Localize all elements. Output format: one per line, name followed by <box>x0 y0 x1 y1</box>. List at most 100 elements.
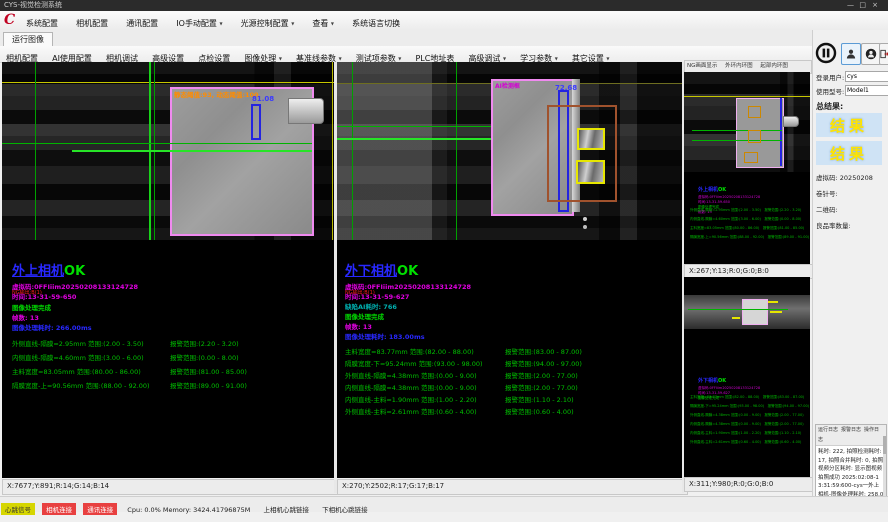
qr-code-label: 二维码: <box>816 204 838 214</box>
calibration-line <box>2 82 334 83</box>
window-title: CYS-视觉检测系统 <box>4 0 62 11</box>
camera-result-ok: OK <box>64 264 85 279</box>
measure-roi-box <box>251 104 261 140</box>
camera-result-title: 外下相机 <box>345 264 397 279</box>
maximize-button[interactable]: □ <box>859 0 872 11</box>
thumbnail-bottom[interactable]: 外下相机OK 虚拟码:0FFIiim20250208133124728 时间:1… <box>684 277 810 477</box>
login-user-label: 登录用户: <box>816 72 844 82</box>
thumb-image <box>684 72 810 172</box>
top-camera-heartbeat: 上相机心跳链接 <box>264 504 310 514</box>
application-window: CYS-视觉检测系统 — □ × C 系统配置 相机配置 通讯配置 IO手动配置… <box>0 0 888 522</box>
total-result-label: 总结果: <box>816 101 843 112</box>
camera-result-title: 外上相机 <box>12 264 64 279</box>
pixel-readout: X:7677;Y:891;R:14;G:14;B:14 <box>2 479 340 495</box>
comm-conn-badge: 通讯连接 <box>83 503 117 515</box>
thumb-image-band <box>684 295 810 329</box>
right-sidebar: 登录用户: 使用型号: 总结果: 结果 结果 虚拟码: 20250208 卷针号… <box>812 30 888 511</box>
app-logo-icon: C <box>4 12 15 28</box>
camera-conn-badge: 相机连接 <box>42 503 76 515</box>
camera-result-ok: OK <box>397 264 418 279</box>
measure-line <box>72 150 312 152</box>
defect-highlight-box <box>576 160 605 184</box>
roi-mini-box <box>748 130 761 143</box>
title-bar: CYS-视觉检测系统 — □ × <box>0 0 888 11</box>
chevron-down-icon: ▼ <box>606 56 609 61</box>
left-camera-panel[interactable]: 静态阈值:93, 动态阈值:100 81.08 外上相机OK NG输出:B(1)… <box>2 62 334 478</box>
result-block-upper: 结果 <box>816 113 882 137</box>
log-tabs: 运行日志报警日志操作日志 <box>816 425 886 446</box>
measure-line <box>692 140 782 141</box>
close-button[interactable]: × <box>872 0 884 11</box>
chevron-down-icon: ▼ <box>219 21 222 26</box>
minimize-button[interactable]: — <box>847 0 860 11</box>
tab-run-log[interactable]: 运行日志 <box>818 427 838 433</box>
measure-line <box>2 143 312 144</box>
chevron-down-icon: ▼ <box>291 21 294 26</box>
done-line: 图像处理完成 <box>12 302 51 312</box>
ai-box-label: AI检测框 <box>495 81 520 90</box>
bright-dot <box>583 225 587 229</box>
reference-line <box>35 62 36 240</box>
defect-highlight-box <box>577 128 605 150</box>
virtual-code-line: 虚拟码:0FFIiim20250208133124728 <box>345 281 471 291</box>
chevron-down-icon: ▼ <box>503 56 506 61</box>
model-label: 使用型号: <box>816 86 844 96</box>
log-scrollbar[interactable] <box>883 436 886 500</box>
left-camera-image[interactable]: 静态阈值:93, 动态阈值:100 81.08 <box>2 62 334 240</box>
measurement-row: 隔膜宽度-上=90.56mm 范围:(88.00 - 92.00)报警范围:(8… <box>12 380 332 394</box>
chevron-down-icon: ▼ <box>331 21 334 26</box>
cpu-memory-readout: Cpu: 0.0% Memory: 3424.41796875M <box>127 506 250 514</box>
tab-alarm-log[interactable]: 报警日志 <box>841 427 861 433</box>
exit-button[interactable] <box>879 43 888 65</box>
operator-button[interactable] <box>861 43 881 65</box>
measure-line <box>688 309 788 310</box>
thumb-measurements-mini: 主料宽度=83.77mm 范围:(82.00 - 88.00) 报警范围:(83… <box>690 393 808 447</box>
chevron-down-icon: ▼ <box>339 56 342 61</box>
overlay-mark <box>768 301 778 303</box>
measurement-row: 内侧直线-隔膜=4.60mm 范围:(3.00 - 6.00)报警范围:(0.0… <box>12 352 332 366</box>
operator-icon <box>865 48 877 60</box>
calibration-line <box>332 62 333 240</box>
tab-connector-blob <box>288 98 324 124</box>
result-block-lower: 结果 <box>816 141 882 165</box>
heartbeat-badge: 心跳信号 <box>1 503 35 515</box>
login-user-input[interactable] <box>845 71 888 82</box>
measurement-row: 主料宽度=83.05mm 范围:(80.00 - 86.00)报警范围:(81.… <box>12 366 332 380</box>
tab-outer-inner[interactable]: 外环内环图 <box>725 63 753 69</box>
yield-count-label: 良品率数量: <box>816 220 851 230</box>
ai-elapsed-line: 缺陷AI耗时: 766 <box>345 301 397 311</box>
elapsed-line: 图像处理耗时: 266.00ms <box>12 322 92 332</box>
measurement-row: 内侧直线-主料=1.90mm 范围:(1.00 - 2.20)报警范围:(1.1… <box>345 394 680 406</box>
thumbnail-top[interactable]: 外上相机OK 虚拟码:0FFIiim20250208133124728 时间:1… <box>684 72 810 264</box>
time-line: 时间:13-31-59-650 <box>12 291 76 301</box>
middle-measurements: 主料宽度=83.77mm 范围:(82.00 - 88.00)报警范围:(83.… <box>345 346 680 418</box>
chevron-down-icon: ▼ <box>279 56 282 61</box>
reference-line <box>456 62 457 240</box>
pixel-readout: X:311;Y:980;R:0;G:0;B:0 <box>684 477 816 492</box>
pause-button[interactable] <box>815 42 837 64</box>
middle-camera-image[interactable]: AI检测框 72.68 <box>337 62 682 240</box>
tab-ng-display[interactable]: NG画面显示 <box>687 63 717 69</box>
roi-mini-box <box>748 106 761 118</box>
measurement-row: 外侧直线-隔膜=4.38mm 范围:(0.00 - 9.00)报警范围:(2.0… <box>345 370 680 382</box>
user-icon <box>845 48 857 60</box>
tab-strip: 运行图像 <box>0 30 888 47</box>
middle-camera-panel[interactable]: AI检测框 72.68 外下相机OK NG输出:B(1) 虚拟码:0FFIiim… <box>337 62 682 478</box>
defect-roi-box <box>547 105 617 202</box>
model-input[interactable] <box>845 85 888 96</box>
chevron-down-icon: ▼ <box>555 56 558 61</box>
virtual-code-line: 虚拟码:0FFIiim20250208133124728 <box>12 281 138 291</box>
chevron-down-icon: ▼ <box>398 56 401 61</box>
tab-start-inner[interactable]: 起部内环图 <box>760 63 788 69</box>
overlay-mark <box>770 311 782 313</box>
calibration-line <box>684 96 810 97</box>
reference-line <box>352 62 353 240</box>
tab-run-image[interactable]: 运行图像 <box>3 32 53 47</box>
threshold-overlay-label: 静态阈值:93, 动态阈值:100 <box>174 89 259 99</box>
frame-count-line: 帧数: 13 <box>12 312 39 322</box>
blue-measure-value: 81.08 <box>252 95 274 103</box>
measurement-row: 主料宽度=83.77mm 范围:(82.00 - 88.00)报警范围:(83.… <box>345 346 680 358</box>
thumb-measurements-mini: 外侧直线-隔膜=2.95mm 范围:(2.00 - 3.50) 报警范围:(2.… <box>690 206 808 242</box>
tab-connector-blob <box>783 116 799 127</box>
user-login-button[interactable] <box>841 43 861 65</box>
